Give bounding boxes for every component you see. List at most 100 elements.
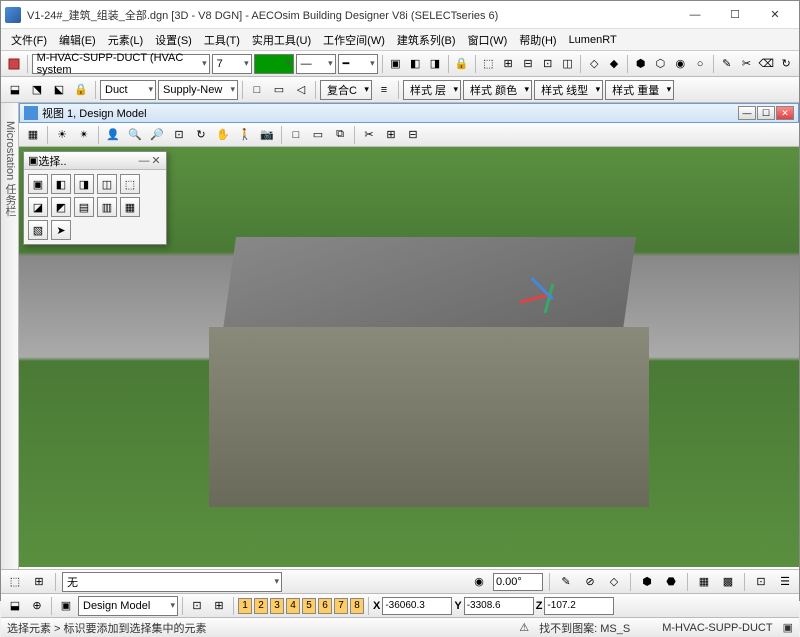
t2-c1[interactable]: ≡	[374, 80, 394, 100]
st-e1[interactable]: ▦	[694, 572, 714, 592]
tool-b5[interactable]: ◫	[559, 54, 577, 74]
weight-combo[interactable]: ━	[338, 54, 378, 74]
vt-walk[interactable]: 🚶	[235, 125, 255, 145]
tool-b2[interactable]: ⊞	[499, 54, 517, 74]
menu-element[interactable]: 元素(L)	[102, 30, 149, 50]
st-d2[interactable]: ⬣	[661, 572, 681, 592]
vt-clip[interactable]: ✂	[359, 125, 379, 145]
y-input[interactable]	[464, 597, 534, 615]
maximize-button[interactable]: ☐	[715, 3, 755, 27]
menu-utilities[interactable]: 实用工具(U)	[246, 30, 317, 50]
style-color-button[interactable]: 样式 颜色	[463, 80, 532, 100]
vt-adjust[interactable]: ✴	[74, 125, 94, 145]
task-sidebar[interactable]: Microstation 任务栏	[1, 103, 19, 569]
color-combo[interactable]	[254, 54, 294, 74]
menu-lumenrt[interactable]: LumenRT	[563, 32, 623, 48]
sel-tool-5[interactable]: ⬚	[120, 174, 140, 194]
tool-b4[interactable]: ⊡	[539, 54, 557, 74]
sel-tool-4[interactable]: ◫	[97, 174, 117, 194]
tool-e4[interactable]: ↻	[777, 54, 795, 74]
st-c3[interactable]: ◇	[604, 572, 624, 592]
status-combo[interactable]: 无	[62, 572, 282, 592]
view-close-button[interactable]: ✕	[776, 106, 794, 120]
sel-tool-9[interactable]: ▥	[97, 197, 117, 217]
vt-rotate-icon[interactable]: ↻	[191, 125, 211, 145]
tool-d4[interactable]: ○	[691, 54, 709, 74]
panel-close-button[interactable]: ✕	[150, 154, 162, 167]
sel-tool-3[interactable]: ◨	[74, 174, 94, 194]
view-4-button[interactable]: 4	[286, 598, 300, 614]
st-a2[interactable]: ⊞	[29, 572, 49, 592]
view-3-button[interactable]: 3	[270, 598, 284, 614]
vt-prev[interactable]: □	[286, 125, 306, 145]
t2-a1[interactable]: ⬓	[5, 80, 25, 100]
vt-zoomout-icon[interactable]: 🔎	[147, 125, 167, 145]
st-f1[interactable]: ⊡	[751, 572, 771, 592]
menu-help[interactable]: 帮助(H)	[513, 30, 562, 50]
vt-fit[interactable]: ⊡	[169, 125, 189, 145]
tool-d2[interactable]: ⬡	[652, 54, 670, 74]
duct-combo[interactable]: Duct	[100, 80, 156, 100]
menu-building[interactable]: 建筑系列(B)	[391, 30, 462, 50]
model-combo[interactable]: Design Model	[78, 596, 178, 616]
view-min-button[interactable]: —	[738, 106, 756, 120]
view-8-button[interactable]: 8	[350, 598, 364, 614]
cr-a1[interactable]: ⬓	[5, 596, 25, 616]
view-max-button[interactable]: ☐	[757, 106, 775, 120]
num-combo[interactable]: 7	[212, 54, 252, 74]
style-weight-button[interactable]: 样式 重量	[605, 80, 674, 100]
menu-file[interactable]: 文件(F)	[5, 30, 53, 50]
t2-b3[interactable]: ◁	[291, 80, 311, 100]
supply-combo[interactable]: Supply-New	[158, 80, 238, 100]
tool-d3[interactable]: ◉	[671, 54, 689, 74]
view-2-button[interactable]: 2	[254, 598, 268, 614]
cr-b1[interactable]: ⊡	[187, 596, 207, 616]
minimize-button[interactable]: —	[675, 3, 715, 27]
view-5-button[interactable]: 5	[302, 598, 316, 614]
tool-b1[interactable]: ⬚	[479, 54, 497, 74]
sel-tool-7[interactable]: ◩	[51, 197, 71, 217]
status-icon-1[interactable]: ▣	[783, 621, 793, 634]
style-layer-button[interactable]: 样式 层	[403, 80, 461, 100]
vt-m1[interactable]: ⊞	[381, 125, 401, 145]
cr-model-icon[interactable]: ▣	[56, 596, 76, 616]
x-input[interactable]	[382, 597, 452, 615]
tool-e3[interactable]: ⌫	[757, 54, 775, 74]
z-input[interactable]	[544, 597, 614, 615]
st-d1[interactable]: ⬢	[637, 572, 657, 592]
sel-tool-10[interactable]: ▦	[120, 197, 140, 217]
menu-settings[interactable]: 设置(S)	[149, 30, 198, 50]
t2-b2[interactable]: ▭	[269, 80, 289, 100]
tool-icon[interactable]	[5, 54, 23, 74]
panel-min-button[interactable]: —	[138, 155, 150, 167]
menu-edit[interactable]: 编辑(E)	[53, 30, 102, 50]
st-b1[interactable]: ◉	[469, 572, 489, 592]
t2-b1[interactable]: □	[247, 80, 267, 100]
vt-display[interactable]: ▦	[23, 125, 43, 145]
viewport-3d[interactable]: ▣ 选择.. — ✕ ▣ ◧ ◨ ◫ ⬚ ◪ ◩ ▤ ▥ ▦ ▧	[19, 147, 799, 567]
tool-d1[interactable]: ⬢	[632, 54, 650, 74]
tool-e2[interactable]: ✂	[738, 54, 756, 74]
tool-e1[interactable]: ✎	[718, 54, 736, 74]
sel-tool-8[interactable]: ▤	[74, 197, 94, 217]
combine-button[interactable]: 复合C	[320, 80, 372, 100]
st-e2[interactable]: ▩	[718, 572, 738, 592]
cr-a2[interactable]: ⊕	[27, 596, 47, 616]
menu-tools[interactable]: 工具(T)	[198, 30, 246, 50]
st-c2[interactable]: ⊘	[580, 572, 600, 592]
lock-icon[interactable]: 🔒	[453, 54, 471, 74]
view-1-button[interactable]: 1	[238, 598, 252, 614]
vt-sun-icon[interactable]: ☀	[52, 125, 72, 145]
sel-tool-6[interactable]: ◪	[28, 197, 48, 217]
vt-zoomin-icon[interactable]: 🔍	[125, 125, 145, 145]
angle-input[interactable]	[493, 573, 543, 591]
vt-person-icon[interactable]: 👤	[103, 125, 123, 145]
view-6-button[interactable]: 6	[318, 598, 332, 614]
lock2-icon[interactable]: 🔒	[71, 80, 91, 100]
sel-tool-11[interactable]: ▧	[28, 220, 48, 240]
tool-a2[interactable]: ◧	[406, 54, 424, 74]
tool-a1[interactable]: ▣	[387, 54, 405, 74]
tool-b3[interactable]: ⊟	[519, 54, 537, 74]
cr-b2[interactable]: ⊞	[209, 596, 229, 616]
view-7-button[interactable]: 7	[334, 598, 348, 614]
